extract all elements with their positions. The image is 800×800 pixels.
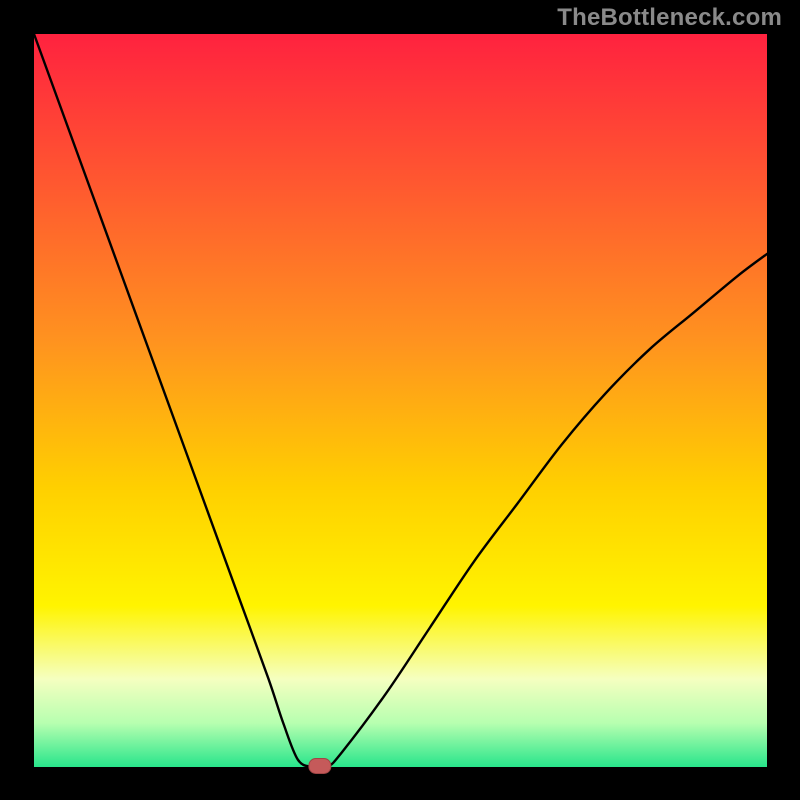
minimum-marker (309, 759, 331, 774)
plot-background (34, 34, 767, 767)
chart-frame: { "watermark": "TheBottleneck.com", "col… (0, 0, 800, 800)
watermark-text: TheBottleneck.com (557, 4, 782, 32)
bottleneck-chart (0, 0, 800, 800)
